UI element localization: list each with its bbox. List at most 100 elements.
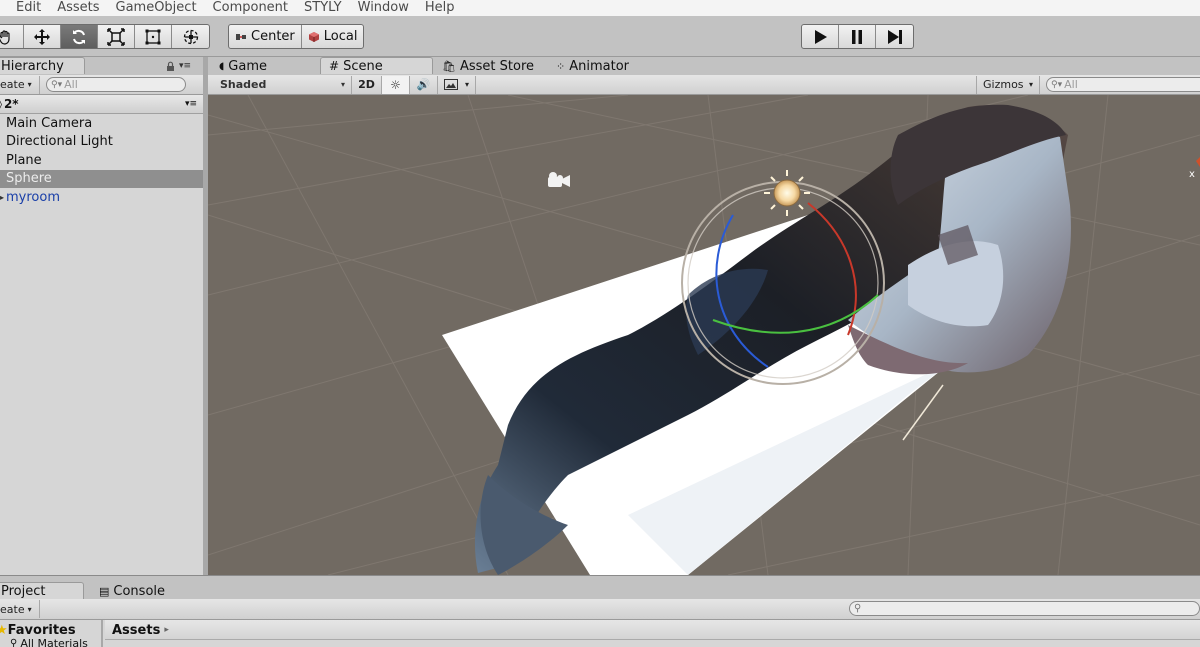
scene-header[interactable]: ◊ 2* ▾≡ xyxy=(0,95,203,114)
chevron-down-icon: ▾ xyxy=(27,80,32,89)
hierarchy-item-main-camera[interactable]: Main Camera xyxy=(0,114,203,133)
audio-toggle-button[interactable]: 🔊 xyxy=(410,75,438,94)
scene-toolbar: Shaded ▾ 2D ☼ 🔊 ▾ Gizmos ▾ ⚲▾ All xyxy=(208,75,1200,95)
menu-help[interactable]: Help xyxy=(417,0,463,16)
tab-game[interactable]: ◖ Game xyxy=(210,57,320,74)
speaker-icon: 🔊 xyxy=(416,78,431,91)
search-icon: ⚲▾ xyxy=(51,79,63,90)
project-create-button[interactable]: eate ▾ xyxy=(0,600,40,618)
menu-edit[interactable]: Edit xyxy=(8,0,49,16)
animator-nodes-icon: ⁘ xyxy=(556,59,566,73)
search-icon: ⚲▾ xyxy=(1051,79,1063,90)
shading-mode-dropdown[interactable]: Shaded ▾ xyxy=(208,75,352,94)
lock-icon[interactable] xyxy=(166,61,175,72)
favorites-header[interactable]: ★ Favorites xyxy=(0,620,101,640)
2d-toggle-button[interactable]: 2D xyxy=(352,75,382,94)
scene-grid-icon: # xyxy=(329,59,340,73)
lighting-toggle-button[interactable]: ☼ xyxy=(382,75,410,94)
move-tool-button[interactable] xyxy=(24,25,61,48)
hierarchy-toolbar: eate ▾ ⚲▾ All xyxy=(0,75,203,95)
hierarchy-item-label: Sphere xyxy=(6,171,52,187)
scene-tab-label: Scene xyxy=(343,58,383,74)
project-tab-label: Project xyxy=(1,583,46,599)
hierarchy-item-label: Plane xyxy=(6,152,42,168)
menu-gameobject[interactable]: GameObject xyxy=(108,0,205,16)
search-icon: ⚲ xyxy=(854,603,862,614)
play-controls xyxy=(801,24,914,49)
pivot-controls: Center Local xyxy=(228,24,365,49)
move-arrows-icon xyxy=(34,28,50,45)
step-icon xyxy=(887,29,902,44)
search-icon: ⚲ xyxy=(10,638,18,647)
menu-bar: Edit Assets GameObject Component STYLY W… xyxy=(0,0,1200,16)
menu-component[interactable]: Component xyxy=(205,0,296,16)
effects-dropdown[interactable]: ▾ xyxy=(438,75,476,94)
game-tab-label: Game xyxy=(228,58,267,74)
scene-viewport[interactable]: x xyxy=(208,95,1200,575)
menu-assets[interactable]: Assets xyxy=(49,0,107,16)
chevron-down-icon: ▾ xyxy=(1028,80,1033,89)
hierarchy-panel: ◊ 2* ▾≡ Main Camera Directional Light Pl… xyxy=(0,95,203,575)
tab-console[interactable]: ▤ Console xyxy=(90,582,180,599)
tab-animator[interactable]: ⁘ Animator xyxy=(547,57,647,74)
hierarchy-item-sphere[interactable]: Sphere xyxy=(0,169,203,188)
favorites-label: Favorites xyxy=(7,622,76,638)
hierarchy-item-directional-light[interactable]: Directional Light xyxy=(0,133,203,152)
scene-search-placeholder: All xyxy=(1064,78,1078,91)
hierarchy-item-label: Directional Light xyxy=(6,134,113,150)
hierarchy-create-button[interactable]: eate ▾ xyxy=(0,75,40,94)
breadcrumb[interactable]: Assets ▸ xyxy=(105,620,1200,640)
gizmos-label: Gizmos xyxy=(983,78,1024,91)
menu-window[interactable]: Window xyxy=(350,0,417,16)
menu-styly[interactable]: STYLY xyxy=(296,0,350,16)
tab-hierarchy[interactable]: Hierarchy xyxy=(0,57,85,74)
project-panel: ★ Favorites ⚲ All Materials Assets ▸ xyxy=(0,620,1200,647)
rotate-icon xyxy=(73,29,85,44)
pivot-local-button[interactable]: Local xyxy=(302,25,364,48)
rect-tool-button[interactable] xyxy=(135,25,172,48)
pivot-label: Center xyxy=(251,29,295,44)
space-label: Local xyxy=(323,29,358,44)
sun-icon: ☼ xyxy=(390,77,401,92)
scene-search-input[interactable]: ⚲▾ All xyxy=(1046,77,1200,92)
bottom-tab-bar: Project ▤ Console xyxy=(0,575,1200,599)
tab-project[interactable]: Project xyxy=(0,582,84,599)
tab-asset-store[interactable]: 🛍 Asset Store xyxy=(433,57,547,74)
play-button[interactable] xyxy=(802,25,839,48)
step-button[interactable] xyxy=(876,25,913,48)
panel-menu-icon[interactable]: ▾≡ xyxy=(179,61,191,72)
console-tab-label: Console xyxy=(113,583,166,599)
tab-scene[interactable]: # Scene xyxy=(320,57,433,74)
hierarchy-tab-label: Hierarchy xyxy=(1,58,64,74)
scene-menu-icon[interactable]: ▾≡ xyxy=(185,99,197,109)
scale-tool-button[interactable] xyxy=(98,25,135,48)
rotate-tool-button[interactable] xyxy=(61,25,98,48)
svg-text:x: x xyxy=(1189,169,1195,180)
2d-label: 2D xyxy=(358,78,375,91)
hierarchy-item-plane[interactable]: Plane xyxy=(0,151,203,170)
hierarchy-search-placeholder: All xyxy=(64,78,78,91)
scene-name: 2* xyxy=(3,97,19,111)
favorites-all-materials[interactable]: ⚲ All Materials xyxy=(0,638,101,647)
rect-tool-icon xyxy=(145,29,161,44)
scene-render: x xyxy=(208,95,1200,575)
transform-tool-button[interactable] xyxy=(172,25,209,48)
pause-button[interactable] xyxy=(839,25,876,48)
transform-icon xyxy=(183,29,198,44)
hierarchy-item-label: Main Camera xyxy=(6,115,93,131)
hierarchy-search-input[interactable]: ⚲▾ All xyxy=(46,77,186,92)
project-search-input[interactable]: ⚲ xyxy=(849,601,1200,616)
pivot-center-button[interactable]: Center xyxy=(229,25,302,48)
shading-mode-label: Shaded xyxy=(220,78,267,91)
star-icon: ★ xyxy=(0,622,8,638)
hand-tool-button[interactable] xyxy=(0,25,24,48)
hierarchy-item-myroom[interactable]: ▸ myroom xyxy=(0,188,203,207)
unity-scene-icon: ◊ xyxy=(0,97,2,111)
animator-tab-label: Animator xyxy=(569,58,629,74)
gizmos-dropdown[interactable]: Gizmos ▾ xyxy=(976,75,1040,94)
shopping-bag-icon: 🛍 xyxy=(442,59,456,73)
orientation-gizmo-partial: x xyxy=(1189,157,1200,180)
create-label: eate xyxy=(0,602,25,616)
play-icon xyxy=(815,29,827,44)
hierarchy-item-label: myroom xyxy=(6,189,60,205)
